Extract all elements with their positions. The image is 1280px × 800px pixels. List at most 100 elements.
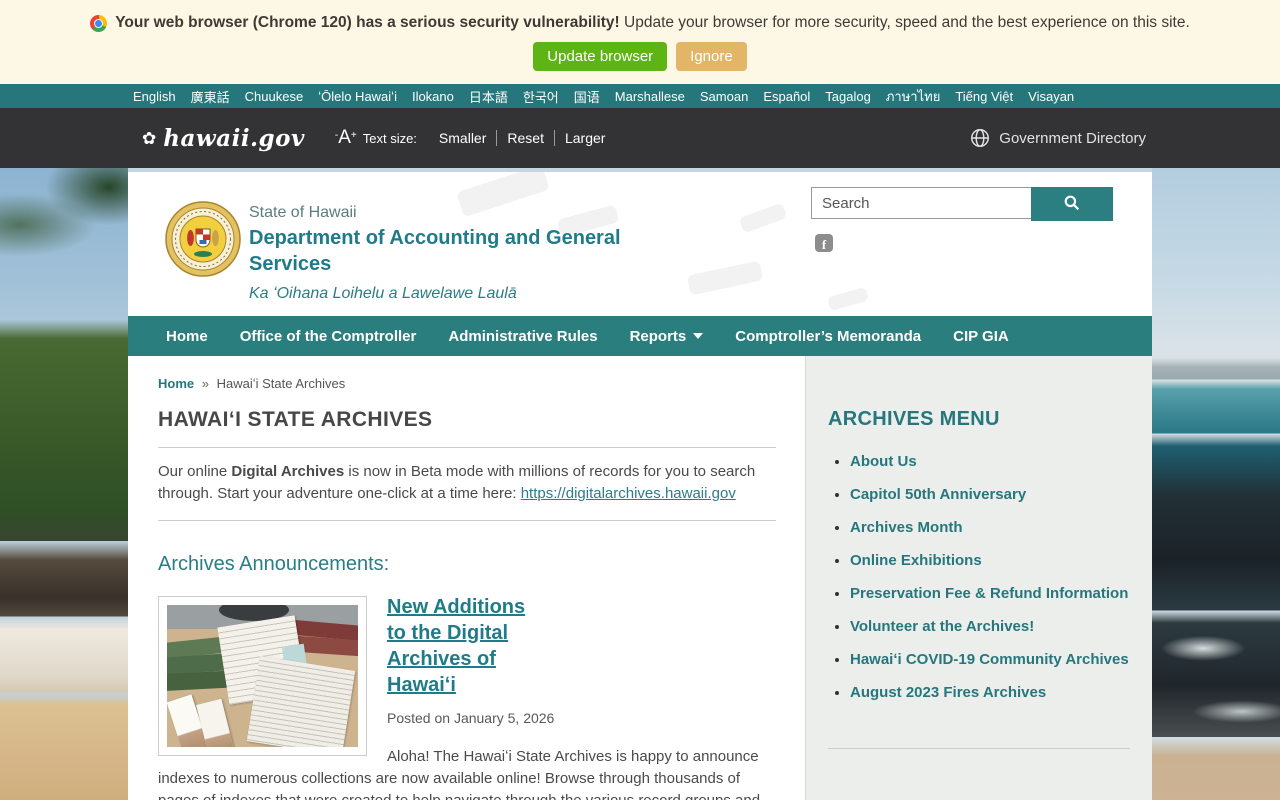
breadcrumb: Home » Hawaiʻi State Archives [158, 356, 776, 391]
language-link-korean[interactable]: 한국어 [523, 87, 559, 106]
hawaii-gov-logo[interactable]: ✿ hawaii.gov [142, 125, 305, 152]
text-size-reset-link[interactable]: Reset [496, 130, 554, 146]
divider [158, 520, 776, 521]
archives-menu-sidebar: ARCHIVES MENU About Us Capitol 50th Anni… [805, 356, 1152, 800]
nav-item-office-of-the-comptroller[interactable]: Office of the Comptroller [224, 328, 433, 345]
announcement-post: New Additions to the Digital Archives of… [158, 594, 776, 800]
intro-paragraph: Our online Digital Archives is now in Be… [158, 461, 776, 505]
sidebar-item-archives-month[interactable]: Archives Month [850, 519, 963, 536]
island-watermark [826, 286, 870, 312]
sidebar-item-about-us[interactable]: About Us [850, 453, 917, 470]
divider [828, 748, 1130, 749]
text-size-larger-link[interactable]: Larger [553, 130, 615, 146]
page-title: HAWAIʻI STATE ARCHIVES [158, 408, 433, 431]
nav-item-reports[interactable]: Reports [614, 328, 720, 345]
breadcrumb-home-link[interactable]: Home [158, 376, 194, 391]
text-size-plus: + [350, 130, 357, 141]
nav-label: Home [166, 327, 208, 345]
list-item: August 2023 Fires Archives [850, 682, 1130, 704]
language-link-thai[interactable]: ภาษาไทย [886, 86, 940, 107]
sidebar-item-preservation-fee[interactable]: Preservation Fee & Refund Information [850, 585, 1128, 602]
sidebar-heading: ARCHIVES MENU [828, 408, 1000, 430]
language-link-visayan[interactable]: Visayan [1028, 89, 1074, 104]
agency-tagline: Ka ʻOihana Loihelu a Lawelawe Laulā [249, 285, 517, 302]
nav-label: CIP GIA [953, 327, 1009, 345]
nav-item-administrative-rules[interactable]: Administrative Rules [432, 328, 613, 345]
list-item: Online Exhibitions [850, 550, 1130, 572]
island-watermark [738, 202, 788, 234]
site-header: State of Hawaii Department of Accounting… [128, 172, 1152, 316]
page-background: State of Hawaii Department of Accounting… [0, 168, 1280, 800]
utility-bar: ✿ hawaii.gov -A+ Text size: Smaller Rese… [0, 108, 1280, 168]
text-size-smaller-link[interactable]: Smaller [429, 130, 496, 146]
list-item: Archives Month [850, 517, 1130, 539]
language-link-marshallese[interactable]: Marshallese [615, 89, 685, 104]
intro-bold: Digital Archives [231, 463, 345, 480]
language-link-spanish[interactable]: Español [763, 89, 810, 104]
alert-message-bold: Your web browser (Chrome 120) has a seri… [115, 14, 620, 31]
post-title-link[interactable]: New Additions to the Digital Archives of… [387, 596, 525, 696]
list-item: Preservation Fee & Refund Information [850, 583, 1130, 605]
site-search [811, 187, 1113, 221]
language-link-chuukese[interactable]: Chuukese [245, 89, 304, 104]
beach-photo-right [1152, 168, 1280, 800]
nav-item-comptrollers-memoranda[interactable]: Comptroller’s Memoranda [719, 328, 937, 345]
alert-message: Your web browser (Chrome 120) has a seri… [115, 14, 1190, 32]
sidebar-menu: About Us Capitol 50th Anniversary Archiv… [828, 451, 1130, 704]
nav-item-home[interactable]: Home [150, 328, 224, 345]
state-seal [165, 201, 241, 282]
hawaii-gov-logo-text: hawaii.gov [163, 124, 305, 152]
intro-prefix: Our online [158, 463, 232, 480]
nav-item-cip-gia[interactable]: CIP GIA [937, 328, 1025, 345]
search-icon [1063, 194, 1081, 215]
sidebar-item-online-exhibitions[interactable]: Online Exhibitions [850, 552, 982, 569]
facebook-letter: f [821, 237, 827, 252]
search-button[interactable] [1031, 187, 1113, 221]
update-browser-button[interactable]: Update browser [533, 42, 668, 71]
language-link-ilokano[interactable]: Ilokano [412, 89, 454, 104]
post-thumbnail[interactable] [158, 596, 367, 756]
list-item: Capitol 50th Anniversary [850, 484, 1130, 506]
nav-label: Administrative Rules [448, 327, 598, 345]
breadcrumb-current: Hawaiʻi State Archives [216, 376, 346, 391]
search-input[interactable] [811, 187, 1031, 219]
list-item: Hawaiʻi COVID-19 Community Archives [850, 649, 1130, 671]
agency-name: Department of Accounting and General Ser… [249, 227, 621, 275]
globe-icon [969, 127, 991, 149]
announcements-heading: Archives Announcements: [158, 553, 390, 575]
sidebar-item-covid19-archives[interactable]: Hawaiʻi COVID-19 Community Archives [850, 651, 1129, 668]
digital-archives-link[interactable]: https://digitalarchives.hawaii.gov [521, 485, 736, 502]
language-link-mandarin[interactable]: 国语 [574, 87, 600, 106]
main-nav: Home Office of the Comptroller Administr… [128, 316, 1152, 356]
sidebar-item-capitol-50th[interactable]: Capitol 50th Anniversary [850, 486, 1026, 503]
breadcrumb-separator: » [201, 376, 209, 391]
alert-message-rest: Update your browser for more security, s… [619, 14, 1190, 31]
language-bar: English 廣東話 Chuukese ʻŌlelo Hawaiʻi Ilok… [0, 84, 1280, 108]
ignore-button[interactable]: Ignore [676, 42, 747, 71]
facebook-icon[interactable]: f [815, 234, 833, 252]
island-watermark [686, 260, 764, 296]
language-link-tagalog[interactable]: Tagalog [825, 89, 871, 104]
sidebar-item-august-2023-fires[interactable]: August 2023 Fires Archives [850, 684, 1046, 701]
nav-label: Comptroller’s Memoranda [735, 327, 922, 345]
language-link-english[interactable]: English [133, 89, 176, 104]
browser-alert-banner: Your web browser (Chrome 120) has a seri… [0, 0, 1280, 84]
list-item: About Us [850, 451, 1130, 473]
chrome-icon [90, 14, 108, 32]
agency-supertitle: State of Hawaii [249, 204, 357, 221]
divider [158, 447, 776, 448]
beach-photo-left [0, 168, 128, 800]
government-directory-link[interactable]: Government Directory [969, 127, 1146, 149]
list-item: Volunteer at the Archives! [850, 616, 1130, 638]
text-size-icon: -A+ [335, 127, 357, 149]
text-size-label: Text size: [362, 130, 417, 146]
language-link-vietnamese[interactable]: Tiếng Việt [955, 89, 1013, 104]
language-link-hawaiian[interactable]: ʻŌlelo Hawaiʻi [318, 89, 397, 104]
language-link-samoan[interactable]: Samoan [700, 89, 748, 104]
sidebar-item-volunteer[interactable]: Volunteer at the Archives! [850, 618, 1034, 635]
archives-books-photo [167, 605, 358, 747]
nav-label: Office of the Comptroller [239, 327, 417, 345]
nav-label: Reports [629, 327, 687, 345]
language-link-japanese[interactable]: 日本語 [469, 87, 508, 106]
language-link-cantonese[interactable]: 廣東話 [191, 87, 230, 106]
